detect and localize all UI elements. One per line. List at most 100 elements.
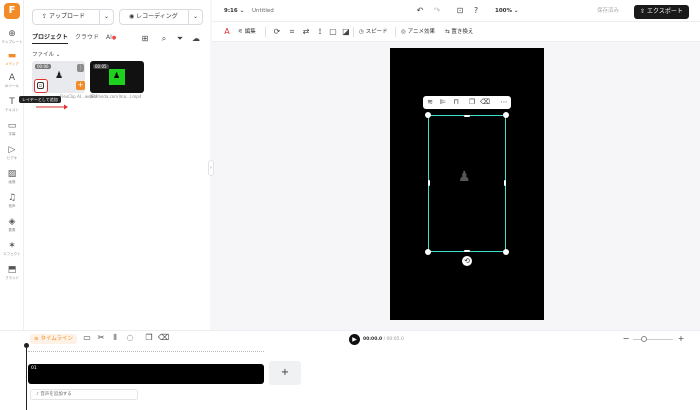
- nav-item-subtitle[interactable]: ▭ 字幕: [0, 120, 24, 142]
- nav-item-media[interactable]: ▬ メディア: [0, 50, 24, 72]
- duplicate-icon[interactable]: ❐: [467, 96, 477, 109]
- layers-icon[interactable]: ≋: [425, 96, 435, 109]
- resize-handle-bottom[interactable]: [464, 250, 470, 252]
- zoom-out-icon[interactable]: −: [621, 334, 631, 344]
- add-audio-button[interactable]: ♪ 音声を追加する: [30, 389, 138, 400]
- freeze-icon[interactable]: ◌: [125, 333, 135, 343]
- upload-icon: ⇧: [640, 8, 648, 15]
- align-icon[interactable]: ⊫: [438, 96, 448, 109]
- resize-handle[interactable]: [425, 112, 431, 118]
- split-icon[interactable]: ⫴: [110, 333, 120, 343]
- nav-item-label: ブランド: [5, 276, 19, 280]
- search-icon[interactable]: ⌕: [158, 33, 170, 45]
- scan-icon[interactable]: ⊡: [455, 6, 465, 16]
- edit-button[interactable]: ⚟ 編集: [238, 27, 256, 37]
- nav-item-label: ビデオ: [6, 156, 18, 160]
- new-folder-icon[interactable]: ⊞: [139, 33, 151, 45]
- animation-button[interactable]: ◎ アニメ効果: [401, 27, 435, 37]
- app-logo[interactable]: F: [4, 3, 20, 19]
- help-icon[interactable]: ?: [471, 6, 481, 16]
- nav-item-label: 字幕: [8, 132, 16, 136]
- more-icon[interactable]: ⋯: [499, 96, 509, 109]
- cloud-icon[interactable]: ☁: [190, 33, 202, 45]
- toolbar-divider: [353, 27, 354, 37]
- panel-collapse-handle[interactable]: ›: [208, 160, 214, 176]
- template-icon: ⊕: [8, 29, 16, 39]
- copy-icon[interactable]: ❐: [144, 333, 154, 343]
- upload-dropdown-chevron-icon[interactable]: ⌄: [99, 10, 113, 24]
- add-clip-button[interactable]: +: [269, 361, 301, 385]
- mask-icon[interactable]: ◪: [341, 27, 351, 37]
- tab-project[interactable]: プロジェクト: [32, 33, 69, 44]
- flip-icon[interactable]: ⇄: [301, 27, 311, 37]
- media-icon: ▬: [7, 51, 17, 61]
- redo-icon[interactable]: ↷: [432, 6, 442, 16]
- record-button[interactable]: ◉ レコーディング ⌄: [119, 9, 203, 25]
- undo-icon[interactable]: ↶: [415, 6, 425, 16]
- nav-item-image[interactable]: ▨ 画像: [0, 168, 24, 190]
- replace-button[interactable]: ⇆ 置き換え: [445, 27, 473, 37]
- trash-icon[interactable]: ⌫: [158, 333, 169, 343]
- zoom-slider-knob[interactable]: [641, 336, 647, 342]
- crop-icon[interactable]: ⌗: [287, 27, 297, 37]
- resize-handle-top[interactable]: [464, 115, 470, 117]
- zoom-in-icon[interactable]: +: [676, 334, 686, 344]
- video-icon: ▷: [8, 145, 16, 155]
- record-dropdown-chevron-icon[interactable]: ⌄: [188, 10, 202, 24]
- video-clip-track[interactable]: 01: [28, 364, 264, 384]
- play-button[interactable]: ▶: [349, 334, 360, 345]
- subtitle-icon: ▭: [7, 121, 17, 131]
- more-options-icon[interactable]: ⋮: [77, 64, 84, 72]
- scissors-icon[interactable]: ✂: [96, 333, 106, 343]
- video-canvas[interactable]: ♟: [390, 48, 544, 320]
- nav-item-audio[interactable]: ♫ 音声: [0, 192, 24, 214]
- resize-handle[interactable]: [425, 249, 431, 255]
- file-filter-dropdown[interactable]: ファイル ⌄: [32, 50, 60, 58]
- add-as-layer-button[interactable]: ▫: [34, 79, 48, 93]
- nav-item-label: テキスト: [5, 108, 19, 112]
- media-thumbnail[interactable]: 00:05 ♟: [90, 61, 144, 93]
- zoom-dropdown[interactable]: 100% ⌄: [495, 6, 519, 16]
- nav-item-video[interactable]: ▷ ビデオ: [0, 144, 24, 166]
- left-nav-rail: F ⊕ テンプレート ▬ メディア A AIツール T テキスト ▭ 字幕 ▷ ビデオ ▨ 画像 ♫ 音声 ◈ 要…: [0, 0, 24, 330]
- resize-handle[interactable]: [503, 112, 509, 118]
- nav-item-template[interactable]: ⊕ テンプレート: [0, 28, 24, 50]
- zoom-slider[interactable]: [633, 339, 673, 340]
- nav-item-effect[interactable]: ✶ エフェクト: [0, 240, 24, 262]
- tab-cloud[interactable]: クラウド: [75, 33, 99, 43]
- duration-badge: 00:06: [35, 64, 51, 69]
- rotate-handle-icon[interactable]: ⟲: [462, 256, 472, 266]
- upload-button[interactable]: ⇪ アップロード ⌄: [32, 9, 114, 25]
- project-title[interactable]: Untitled: [252, 6, 274, 16]
- shape-icon[interactable]: ▢: [328, 27, 338, 37]
- upload-label: アップロード: [48, 13, 85, 20]
- remove-bg-icon[interactable]: ⟟: [315, 27, 325, 37]
- lock-icon[interactable]: ⊓: [451, 96, 461, 109]
- timeline-panel: ≡ タイムライン ▭ ✂ ⫴ ◌ ❐ ⌫ ▶ 00:00.0 / 00:05.0…: [0, 330, 700, 410]
- playhead[interactable]: [26, 345, 27, 410]
- selection-box[interactable]: [425, 112, 509, 255]
- filter-icon[interactable]: ⏷: [174, 33, 186, 45]
- delete-icon[interactable]: ⌫: [480, 96, 490, 109]
- nav-item-ai-tools[interactable]: A AIツール: [0, 72, 24, 94]
- aspect-ratio-dropdown[interactable]: 9:16 ⌄: [224, 6, 244, 16]
- sliders-icon: ⚟: [238, 29, 245, 35]
- image-icon: ▨: [7, 169, 17, 179]
- nav-item-element[interactable]: ◈ 要素: [0, 216, 24, 238]
- resize-handle-left[interactable]: [428, 180, 430, 186]
- caption-icon[interactable]: ▭: [82, 333, 92, 343]
- audio-icon: ♫: [7, 193, 17, 203]
- media-thumbnail[interactable]: 00:06 ♟ ⋮ + ▫: [32, 61, 85, 93]
- ai-tools-icon: A: [8, 73, 16, 83]
- adjust-icon[interactable]: ⟳: [272, 27, 282, 37]
- resize-handle-right[interactable]: [504, 180, 506, 186]
- resize-handle[interactable]: [503, 249, 509, 255]
- nav-item-brand[interactable]: ⬒ ブランド: [0, 264, 24, 286]
- add-to-timeline-button[interactable]: +: [76, 81, 85, 90]
- speed-button[interactable]: ◷ スピード: [359, 27, 388, 37]
- export-button[interactable]: ⇧ エクスポート: [634, 5, 689, 19]
- element-icon: ◈: [8, 217, 16, 227]
- timeline-toggle[interactable]: ≡ タイムライン: [30, 334, 77, 344]
- tab-ai[interactable]: AI●: [106, 33, 116, 43]
- ai-magic-icon[interactable]: A: [222, 27, 232, 37]
